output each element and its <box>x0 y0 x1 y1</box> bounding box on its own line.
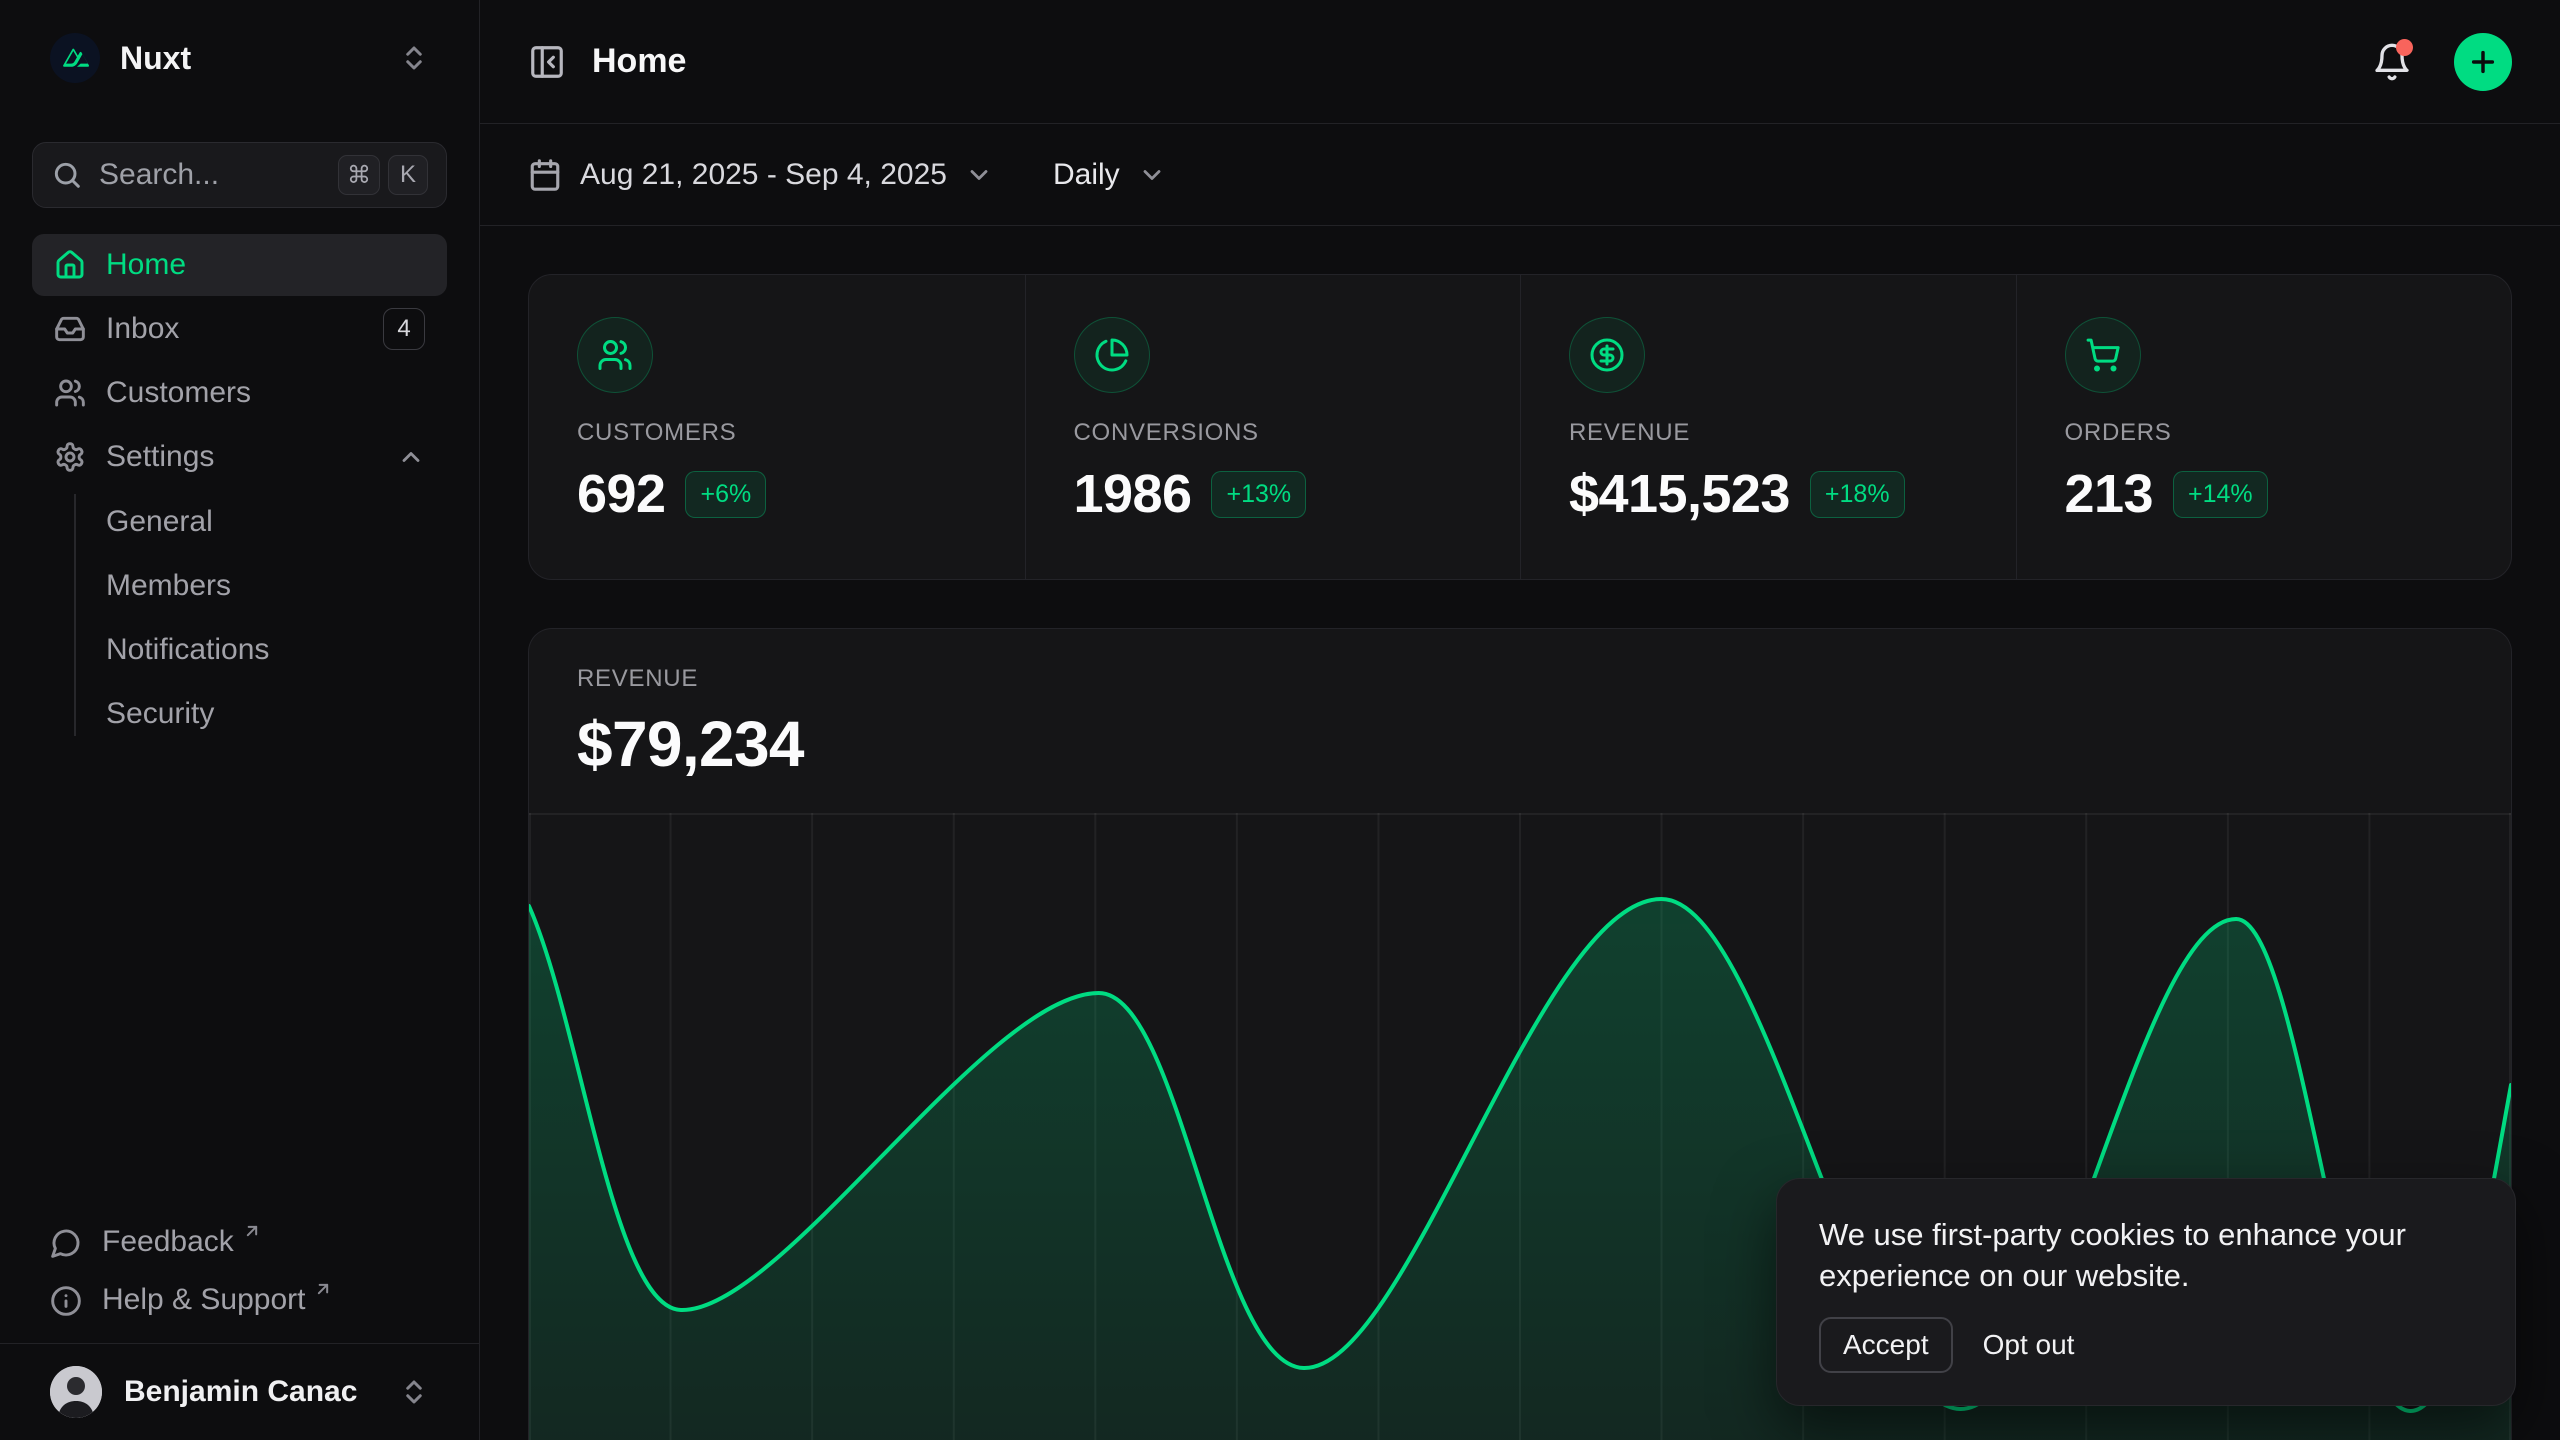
sub-item-label: General <box>106 505 213 539</box>
stat-delta-badge: +6% <box>685 471 766 518</box>
gear-icon <box>54 441 86 473</box>
page-title: Home <box>592 42 686 81</box>
stat-value: $415,523 <box>1569 463 1790 525</box>
stat-label: CUSTOMERS <box>577 419 977 447</box>
users-icon <box>54 377 86 409</box>
sidebar-item-customers[interactable]: Customers <box>32 362 447 424</box>
sidebar-item-label: Home <box>106 248 186 282</box>
cookie-actions: Accept Opt out <box>1819 1317 2473 1373</box>
chevron-up-icon <box>397 443 425 471</box>
granularity-label: Daily <box>1053 158 1120 192</box>
search-input[interactable]: Search... ⌘ K <box>32 142 447 208</box>
inbox-count-badge: 4 <box>383 308 425 350</box>
sidebar-item-settings[interactable]: Settings <box>32 426 447 488</box>
stat-value: 1986 <box>1074 463 1192 525</box>
sidebar-nav: Home Inbox 4 Customers Settings <box>32 234 447 746</box>
sidebar: Nuxt Search... ⌘ K Home <box>0 0 480 1440</box>
external-link-icon <box>242 1221 262 1241</box>
stat-label: ORDERS <box>2065 419 2464 447</box>
stat-card-revenue[interactable]: REVENUE $415,523 +18% <box>1520 275 2016 579</box>
stat-value: 692 <box>577 463 665 525</box>
team-name: Nuxt <box>120 40 191 77</box>
users-icon <box>577 317 653 393</box>
sidebar-item-label: Customers <box>106 376 251 410</box>
info-circle-icon <box>50 1285 82 1317</box>
date-range-picker[interactable]: Aug 21, 2025 - Sep 4, 2025 <box>528 158 993 192</box>
topbar: Home <box>480 0 2560 124</box>
home-icon <box>54 249 86 281</box>
cookie-banner: We use first-party cookies to enhance yo… <box>1776 1178 2516 1406</box>
search-placeholder: Search... <box>99 158 219 192</box>
calendar-icon <box>528 158 562 192</box>
chevron-up-down-icon <box>399 43 429 73</box>
sidebar-item-inbox[interactable]: Inbox 4 <box>32 298 447 360</box>
help-support-link[interactable]: Help & Support <box>32 1271 447 1329</box>
kbd-k: K <box>388 155 428 195</box>
collapse-sidebar-icon[interactable] <box>528 43 566 81</box>
sub-item-label: Security <box>106 697 214 731</box>
sub-item-label: Notifications <box>106 633 269 667</box>
sidebar-footer: Feedback Help & Support Benjami <box>32 1213 447 1440</box>
stat-card-customers[interactable]: CUSTOMERS 692 +6% <box>529 275 1025 579</box>
stat-label: REVENUE <box>1569 419 1968 447</box>
inbox-icon <box>54 313 86 345</box>
team-picker[interactable]: Nuxt <box>32 26 447 90</box>
footer-item-label: Feedback <box>102 1225 234 1259</box>
opt-out-button[interactable]: Opt out <box>1983 1329 2075 1361</box>
avatar <box>50 1366 102 1418</box>
chevron-down-icon <box>965 161 993 189</box>
notification-dot <box>2396 39 2413 56</box>
footer-item-label: Help & Support <box>102 1283 305 1317</box>
search-shortcut: ⌘ K <box>338 155 428 195</box>
settings-subnav: General Members Notifications Security <box>32 490 447 746</box>
chart-total-value: $79,234 <box>577 707 2463 781</box>
granularity-select[interactable]: Daily <box>1053 158 1166 192</box>
topbar-actions <box>2372 33 2512 91</box>
pie-chart-icon <box>1074 317 1150 393</box>
stat-delta-badge: +14% <box>2173 471 2268 518</box>
sidebar-item-label: Inbox <box>106 312 179 346</box>
sub-item-label: Members <box>106 569 231 603</box>
feedback-link[interactable]: Feedback <box>32 1213 447 1271</box>
kbd-cmd: ⌘ <box>338 155 380 195</box>
sidebar-item-notifications[interactable]: Notifications <box>106 618 447 682</box>
add-button[interactable] <box>2454 33 2512 91</box>
nuxt-logo-icon <box>50 33 100 83</box>
accept-button[interactable]: Accept <box>1819 1317 1953 1373</box>
user-name: Benjamin Canac <box>124 1375 357 1409</box>
notifications-bell-icon[interactable] <box>2372 42 2412 82</box>
controlbar: Aug 21, 2025 - Sep 4, 2025 Daily <box>480 124 2560 226</box>
chart-header: REVENUE $79,234 <box>529 629 2511 781</box>
stat-card-conversions[interactable]: CONVERSIONS 1986 +13% <box>1025 275 1521 579</box>
circle-dollar-icon <box>1569 317 1645 393</box>
stat-delta-badge: +13% <box>1211 471 1306 518</box>
stat-value: 213 <box>2065 463 2153 525</box>
date-range-label: Aug 21, 2025 - Sep 4, 2025 <box>580 158 947 192</box>
stat-card-orders[interactable]: ORDERS 213 +14% <box>2016 275 2512 579</box>
stat-label: CONVERSIONS <box>1074 419 1473 447</box>
sidebar-item-general[interactable]: General <box>106 490 447 554</box>
sidebar-item-members[interactable]: Members <box>106 554 447 618</box>
sidebar-item-security[interactable]: Security <box>106 682 447 746</box>
chart-title: REVENUE <box>577 665 2463 693</box>
search-icon <box>51 159 83 191</box>
sidebar-item-home[interactable]: Home <box>32 234 447 296</box>
shopping-cart-icon <box>2065 317 2141 393</box>
message-circle-icon <box>50 1227 82 1259</box>
cookie-message: We use first-party cookies to enhance yo… <box>1819 1215 2473 1297</box>
user-menu[interactable]: Benjamin Canac <box>32 1344 447 1440</box>
stat-delta-badge: +18% <box>1810 471 1905 518</box>
external-link-icon <box>313 1279 333 1299</box>
chevron-up-down-icon <box>399 1377 429 1407</box>
sidebar-item-label: Settings <box>106 440 214 474</box>
chevron-down-icon <box>1138 161 1166 189</box>
stats-row: CUSTOMERS 692 +6% CONVERSIONS 1986 +13% <box>528 274 2512 580</box>
